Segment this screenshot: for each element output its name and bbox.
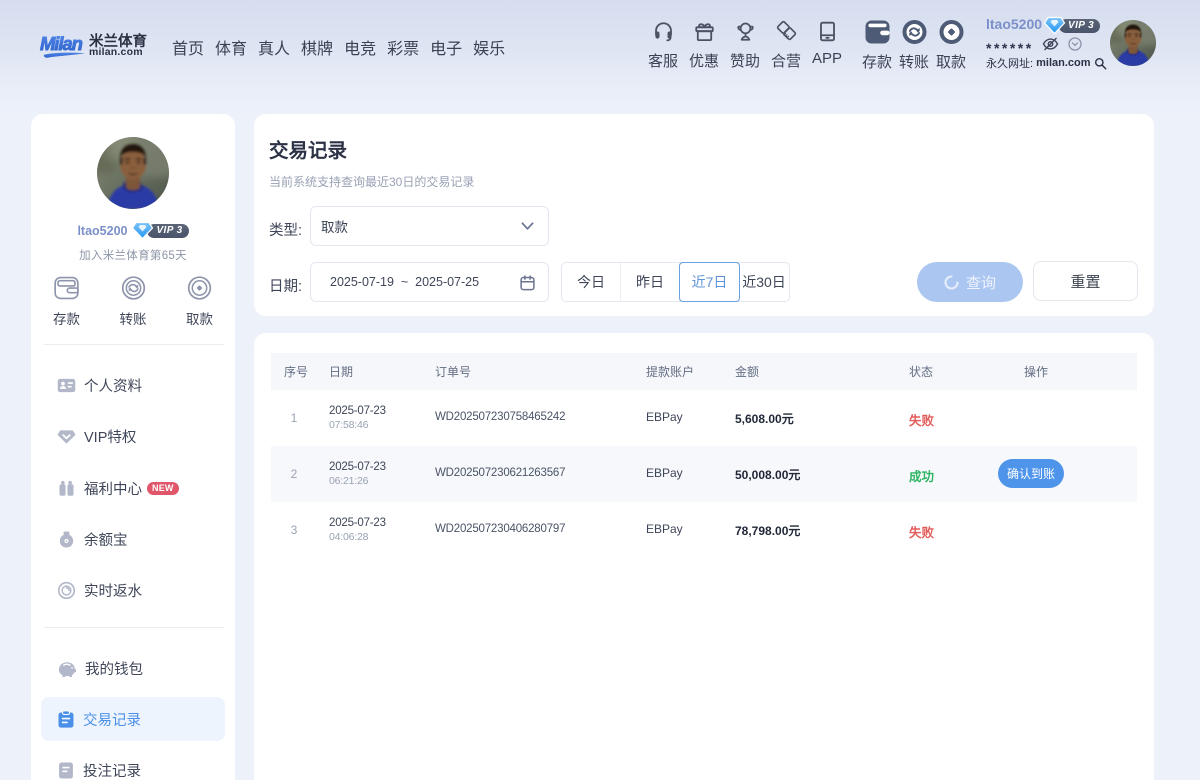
svg-text:Milan: Milan [40, 33, 83, 54]
